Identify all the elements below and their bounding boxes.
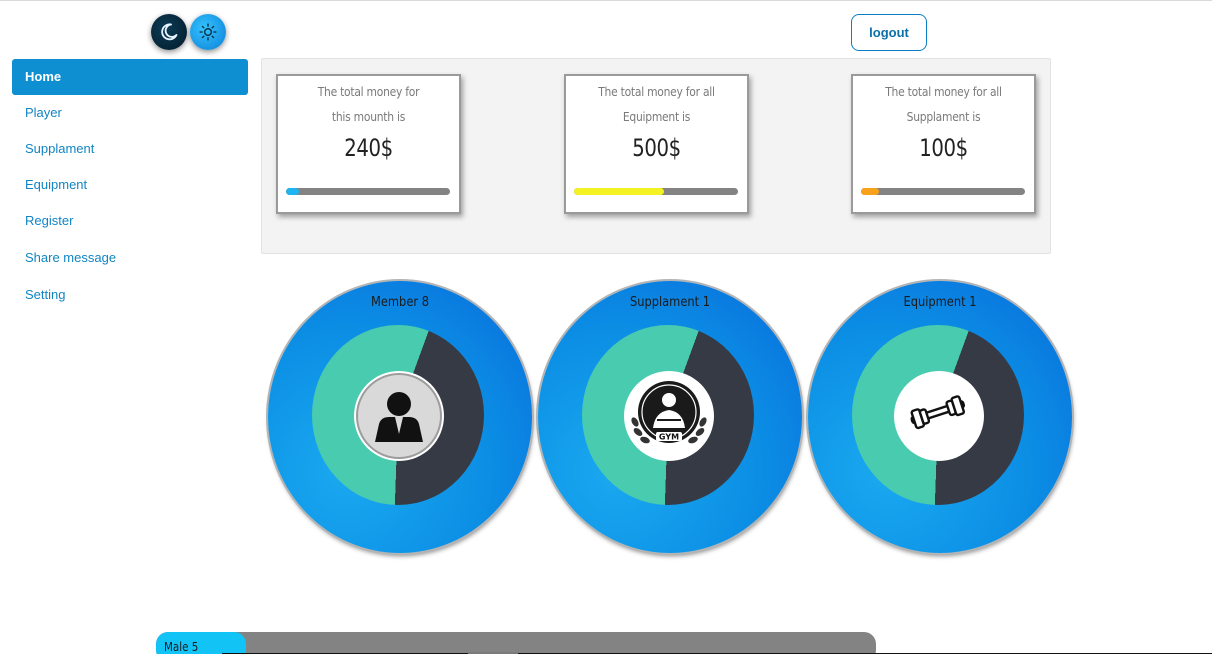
money-card-equipment: The total money for all Equipment is 500… — [564, 74, 749, 214]
moon-icon — [161, 23, 178, 41]
svg-text:GYM: GYM — [659, 433, 679, 442]
card-amount: 500$ — [632, 134, 681, 162]
sidebar-item-player[interactable]: Player — [12, 95, 248, 131]
dumbbell-icon — [910, 395, 966, 430]
money-card-supplament: The total money for all Supplament is 10… — [851, 74, 1036, 214]
sidebar-item-register[interactable]: Register — [12, 203, 248, 239]
sidebar-item-setting[interactable]: Setting — [12, 277, 248, 313]
stat-donut — [312, 325, 484, 505]
stat-title: Member 8 — [371, 295, 429, 310]
card-progress-fill — [574, 188, 665, 195]
sidebar-item-home[interactable]: Home — [12, 59, 248, 95]
card-label-line1: The total money for all — [885, 84, 1002, 99]
sidebar-item-share-message[interactable]: Share message — [12, 239, 248, 277]
card-label-line1: The total money for all — [598, 84, 715, 99]
card-label-line2: Supplament is — [906, 109, 981, 124]
sidebar-nav: Home Player Supplament Equipment Registe… — [12, 59, 248, 313]
stat-donut: GYM — [582, 325, 754, 505]
stat-icon-holder — [354, 371, 444, 461]
card-progress-bar — [861, 188, 1025, 195]
card-progress-fill — [286, 188, 300, 195]
stat-title: Supplament 1 — [629, 295, 711, 310]
sidebar-item-equipment[interactable]: Equipment — [12, 167, 248, 203]
dark-mode-toggle[interactable] — [151, 14, 187, 50]
card-progress-bar — [574, 188, 738, 195]
person-icon — [356, 373, 442, 459]
sidebar-item-supplament[interactable]: Supplament — [12, 131, 248, 167]
stat-equipment: Equipment 1 — [808, 281, 1072, 553]
sun-icon — [199, 23, 217, 41]
stat-icon-holder — [894, 371, 984, 461]
stat-donut — [852, 325, 1024, 505]
gender-progress-label: Male 5 — [164, 640, 199, 654]
card-amount: 100$ — [919, 134, 968, 162]
card-label-line2: this mounth is — [331, 109, 406, 124]
gym-logo-icon: GYM — [631, 381, 707, 444]
card-label-line1: The total money for — [317, 84, 420, 99]
money-card-month: The total money for this mounth is 240$ — [276, 74, 461, 214]
stat-title: Equipment 1 — [903, 295, 977, 310]
gender-progress-bar: Male 5 — [156, 632, 876, 654]
stat-supplament: Supplament 1 GYM — [538, 281, 802, 553]
card-amount: 240$ — [344, 134, 393, 162]
logout-button[interactable]: logout — [851, 14, 927, 51]
stat-icon-holder: GYM — [624, 371, 714, 461]
stat-members: Member 8 — [268, 281, 532, 553]
money-summary-panel: The total money for this mounth is 240$ … — [261, 58, 1051, 254]
card-progress-fill — [861, 188, 880, 195]
card-progress-bar — [286, 188, 450, 195]
light-mode-toggle[interactable] — [190, 14, 226, 50]
card-label-line2: Equipment is — [622, 109, 691, 124]
